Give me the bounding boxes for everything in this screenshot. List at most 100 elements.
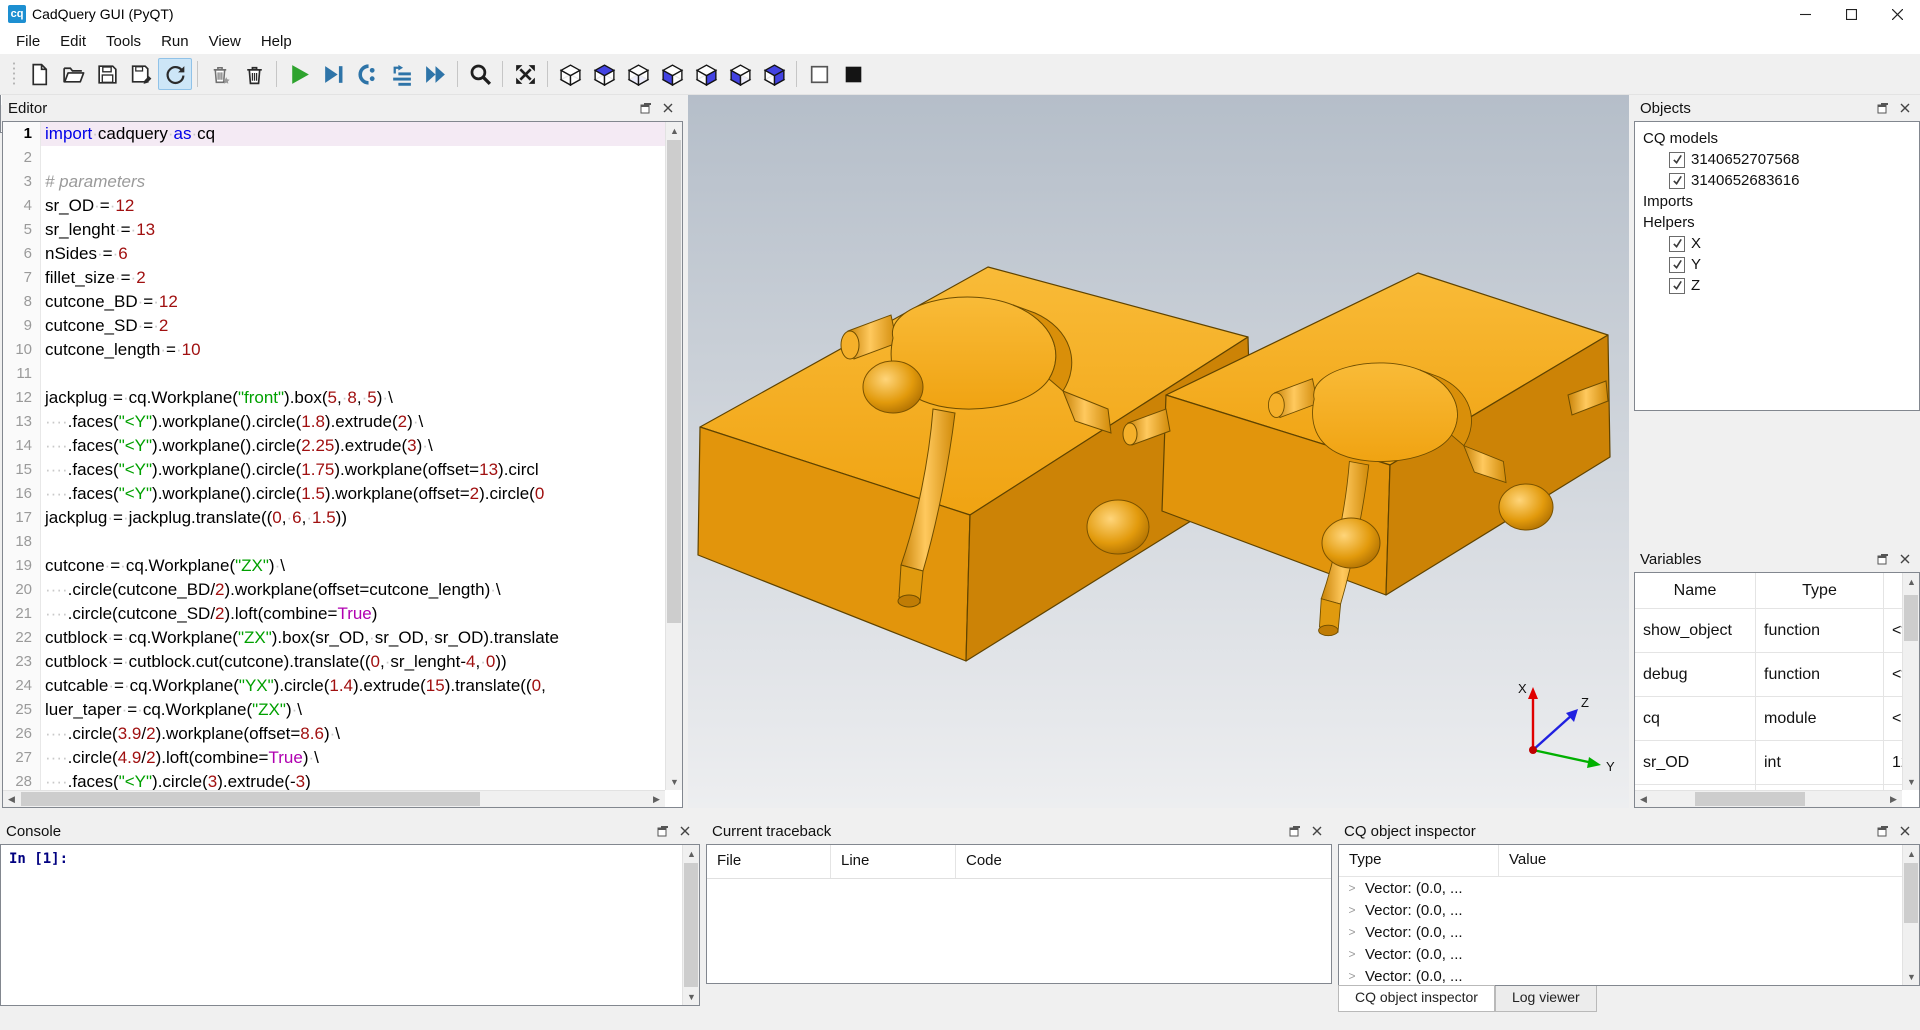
tree-item[interactable]: Y [1639, 254, 1915, 275]
code-editor[interactable]: 1import·cadquery·as·cq23# parameters4sr_… [3, 122, 665, 790]
code-line[interactable]: 23cutblock·=·cutblock.cut(cutcone).trans… [3, 650, 665, 674]
reload-button[interactable] [158, 58, 192, 90]
code-line[interactable]: 21····.circle(cutcone_SD/2).loft(combine… [3, 602, 665, 626]
code-line[interactable]: 22cutblock·=·cq.Workplane("ZX").box(sr_O… [3, 626, 665, 650]
float-panel-icon[interactable] [637, 100, 655, 116]
code-line[interactable]: 25luer_taper·=·cq.Workplane("ZX")·\ [3, 698, 665, 722]
view-top-button[interactable] [587, 58, 621, 90]
inspector-row[interactable]: >Vector: (0.0, ... [1339, 943, 1919, 965]
checkbox[interactable] [1669, 278, 1685, 294]
close-panel-icon[interactable] [1896, 823, 1914, 839]
float-panel-icon[interactable] [1874, 551, 1892, 567]
code-line[interactable]: 16····.faces("<Y").workplane().circle(1.… [3, 482, 665, 506]
close-panel-icon[interactable] [659, 100, 677, 116]
tree-group-cq-models[interactable]: CQ models [1639, 128, 1915, 149]
new-file-button[interactable] [22, 58, 56, 90]
code-line[interactable]: 6nSides·=·6 [3, 242, 665, 266]
minimize-button[interactable] [1782, 0, 1828, 28]
viewport-3d[interactable]: X Z Y [688, 95, 1629, 808]
debug-button[interactable] [316, 58, 350, 90]
tab-log-viewer[interactable]: Log viewer [1495, 986, 1597, 1012]
view-left-button[interactable] [723, 58, 757, 90]
close-panel-icon[interactable] [1896, 551, 1914, 567]
chevron-right-icon[interactable]: > [1339, 881, 1365, 895]
tree-group-helpers[interactable]: Helpers [1639, 212, 1915, 233]
delete-button[interactable] [237, 58, 271, 90]
inspector-row[interactable]: >Vector: (0.0, ... [1339, 965, 1919, 986]
code-line[interactable]: 1import·cadquery·as·cq [3, 122, 665, 146]
variables-row[interactable]: sr_ODint12 [1635, 741, 1902, 785]
chevron-right-icon[interactable]: > [1339, 947, 1365, 961]
code-line[interactable]: 27····.circle(4.9/2).loft(combine=True)·… [3, 746, 665, 770]
tree-item[interactable]: X [1639, 233, 1915, 254]
search-button[interactable] [463, 58, 497, 90]
variables-row[interactable]: show_objectfunction<f [1635, 609, 1902, 653]
console-prompt[interactable]: In [1]: [1, 845, 699, 873]
close-panel-icon[interactable] [1896, 100, 1914, 116]
editor-horizontal-scrollbar[interactable]: ◀ ▶ [3, 790, 665, 807]
tab-cq-object-inspector[interactable]: CQ object inspector [1338, 985, 1495, 1012]
code-line[interactable]: 4sr_OD·=·12 [3, 194, 665, 218]
checkbox[interactable] [1669, 257, 1685, 273]
menu-item-run[interactable]: Run [151, 30, 199, 53]
save-as-button[interactable] [124, 58, 158, 90]
maximize-button[interactable] [1828, 0, 1874, 28]
code-line[interactable]: 13····.faces("<Y").workplane().circle(1.… [3, 410, 665, 434]
inspector-row[interactable]: >Vector: (0.0, ... [1339, 877, 1919, 899]
code-line[interactable]: 8cutcone_BD·=·12 [3, 290, 665, 314]
float-panel-icon[interactable] [654, 823, 672, 839]
code-line[interactable]: 28····.faces("<Y").circle(3).extrude(-3) [3, 770, 665, 790]
menu-item-file[interactable]: File [6, 30, 50, 53]
open-file-button[interactable] [56, 58, 90, 90]
code-line[interactable]: 5sr_lenght·=·13 [3, 218, 665, 242]
code-line[interactable]: 17jackplug·=·jackplug.translate((0,·6,·1… [3, 506, 665, 530]
menu-item-help[interactable]: Help [251, 30, 302, 53]
close-button[interactable] [1874, 0, 1920, 28]
close-panel-icon[interactable] [1308, 823, 1326, 839]
view-front-button[interactable] [655, 58, 689, 90]
inspector-row[interactable]: >Vector: (0.0, ... [1339, 899, 1919, 921]
code-line[interactable]: 9cutcone_SD·=·2 [3, 314, 665, 338]
view-iso-button[interactable] [553, 58, 587, 90]
code-line[interactable]: 12jackplug·=·cq.Workplane("front").box(5… [3, 386, 665, 410]
run-button[interactable] [282, 58, 316, 90]
menu-item-view[interactable]: View [199, 30, 251, 53]
inspector-row[interactable]: >Vector: (0.0, ... [1339, 921, 1919, 943]
chevron-right-icon[interactable]: > [1339, 925, 1365, 939]
close-panel-icon[interactable] [676, 823, 694, 839]
save-button[interactable] [90, 58, 124, 90]
continue-button[interactable] [418, 58, 452, 90]
tree-item[interactable]: Z [1639, 275, 1915, 296]
code-line[interactable]: 3# parameters [3, 170, 665, 194]
editor-vertical-scrollbar[interactable]: ▲ ▼ [665, 122, 682, 790]
code-line[interactable]: 11 [3, 362, 665, 386]
view-right-button[interactable] [757, 58, 791, 90]
menu-item-edit[interactable]: Edit [50, 30, 96, 53]
code-line[interactable]: 20····.circle(cutcone_BD/2).workplane(of… [3, 578, 665, 602]
tree-item[interactable]: 3140652707568 [1639, 149, 1915, 170]
fit-view-button[interactable] [508, 58, 542, 90]
step-into-button[interactable] [384, 58, 418, 90]
chevron-right-icon[interactable]: > [1339, 903, 1365, 917]
view-back-button[interactable] [689, 58, 723, 90]
step-button[interactable] [350, 58, 384, 90]
variables-row[interactable]: debugfunction<f [1635, 653, 1902, 697]
variables-horizontal-scrollbar[interactable]: ◀ ▶ [1635, 790, 1902, 807]
variables-row[interactable]: cqmodule<r [1635, 697, 1902, 741]
code-line[interactable]: 14····.faces("<Y").workplane().circle(2.… [3, 434, 665, 458]
code-line[interactable]: 15····.faces("<Y").workplane().circle(1.… [3, 458, 665, 482]
checkbox[interactable] [1669, 173, 1685, 189]
code-line[interactable]: 18 [3, 530, 665, 554]
inspector-vertical-scrollbar[interactable]: ▲ ▼ [1902, 845, 1919, 985]
code-line[interactable]: 2 [3, 146, 665, 170]
tree-group-imports[interactable]: Imports [1639, 191, 1915, 212]
float-panel-icon[interactable] [1874, 823, 1892, 839]
code-line[interactable]: 19cutcone·=·cq.Workplane("ZX")·\ [3, 554, 665, 578]
view-bottom-button[interactable] [621, 58, 655, 90]
chevron-right-icon[interactable]: > [1339, 969, 1365, 983]
variables-vertical-scrollbar[interactable]: ▲ ▼ [1902, 573, 1919, 790]
checkbox[interactable] [1669, 152, 1685, 168]
code-line[interactable]: 10cutcone_length·=·10 [3, 338, 665, 362]
wireframe-mode-button[interactable] [802, 58, 836, 90]
float-panel-icon[interactable] [1286, 823, 1304, 839]
